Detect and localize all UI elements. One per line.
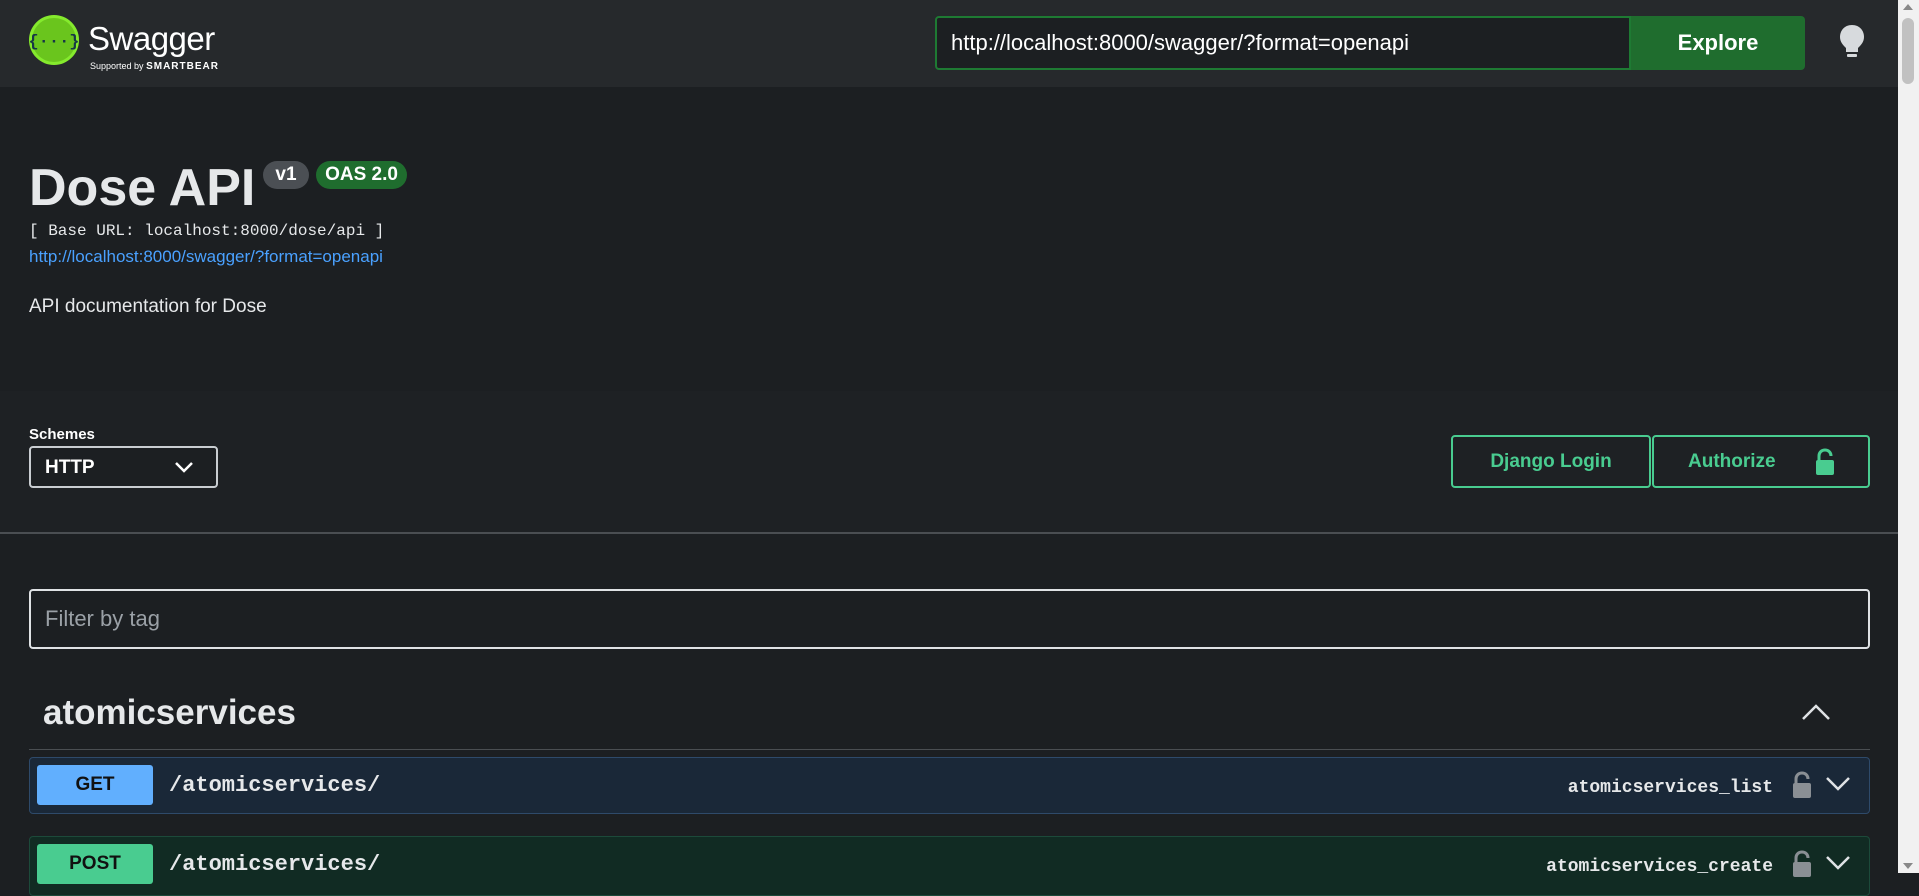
spec-link[interactable]: http://localhost:8000/swagger/?format=op…: [29, 247, 383, 267]
authorize-button[interactable]: Authorize: [1652, 435, 1870, 488]
scroll-thumb[interactable]: [1902, 18, 1914, 84]
method-badge: POST: [37, 844, 153, 884]
brand-sub-prefix: Supported by: [90, 61, 144, 71]
chevron-down-icon[interactable]: [1825, 774, 1851, 794]
lock-icon: [1816, 448, 1834, 475]
lock-icon[interactable]: [1791, 771, 1813, 799]
authorize-label: Authorize: [1688, 451, 1776, 472]
page-scrollbar[interactable]: [1898, 0, 1919, 873]
chevron-down-icon: [175, 462, 193, 473]
schemes-selected-value: HTTP: [45, 457, 95, 478]
tag-name[interactable]: atomicservices: [43, 693, 296, 733]
tag-divider: [29, 749, 1870, 750]
operation-get-atomicservices[interactable]: GET /atomicservices/ atomicservices_list: [29, 757, 1870, 814]
operation-id: atomicservices_create: [1546, 857, 1773, 877]
chevron-up-icon[interactable]: [1800, 700, 1832, 724]
brand-sub-company: SMARTBEAR: [146, 61, 219, 72]
operation-path: /atomicservices/: [169, 852, 381, 877]
chevron-down-icon[interactable]: [1825, 853, 1851, 873]
oas-badge: OAS 2.0: [316, 161, 407, 189]
base-url: [ Base URL: localhost:8000/dose/api ]: [29, 222, 385, 240]
lightbulb-icon[interactable]: [1838, 24, 1866, 60]
scroll-down-arrow[interactable]: [1903, 863, 1913, 869]
method-badge: GET: [37, 765, 153, 805]
operation-path: /atomicservices/: [169, 773, 381, 798]
svg-text:{···}: {···}: [28, 33, 79, 52]
api-title: Dose API: [29, 159, 256, 217]
spec-url-input[interactable]: [935, 16, 1631, 70]
scroll-up-arrow[interactable]: [1903, 4, 1913, 10]
operation-id: atomicservices_list: [1567, 778, 1773, 798]
explore-button[interactable]: Explore: [1631, 16, 1805, 70]
top-bar: {···} Swagger Supported by SMARTBEAR Exp…: [0, 0, 1898, 87]
api-description: API documentation for Dose: [29, 296, 267, 317]
schemes-label: Schemes: [29, 426, 95, 443]
schemes-select[interactable]: HTTP: [29, 446, 218, 488]
lock-icon[interactable]: [1791, 850, 1813, 878]
brand-name[interactable]: Swagger: [88, 20, 215, 58]
brand-subtitle: Supported by SMARTBEAR: [90, 61, 219, 72]
swagger-logo-icon[interactable]: {···}: [28, 14, 80, 66]
django-login-button[interactable]: Django Login: [1451, 435, 1651, 488]
filter-by-tag-input[interactable]: [29, 589, 1870, 649]
operation-post-atomicservices[interactable]: POST /atomicservices/ atomicservices_cre…: [29, 836, 1870, 896]
version-badge: v1: [263, 161, 309, 189]
